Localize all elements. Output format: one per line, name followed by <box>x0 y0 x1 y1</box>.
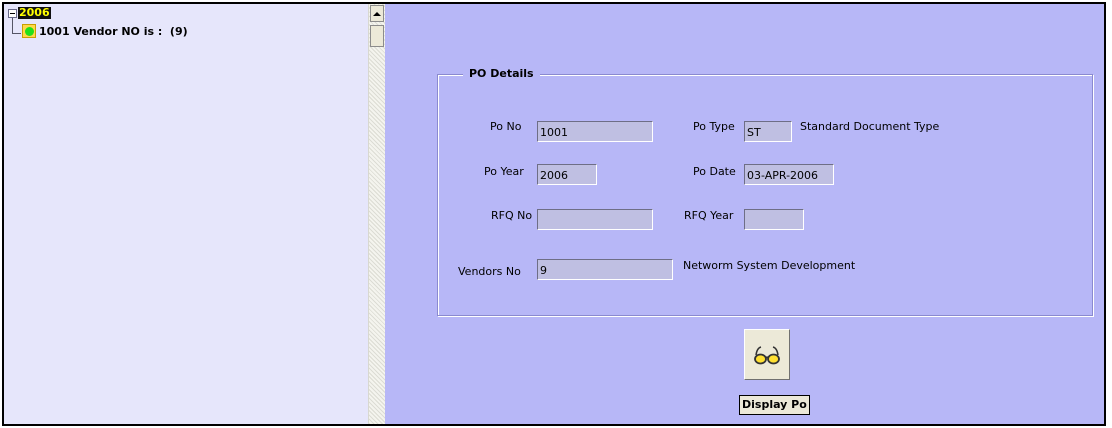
po-tree-panel: 2006 1001 Vendor NO is : (9) <box>4 4 368 424</box>
tree-node-root-label[interactable]: 2006 <box>18 7 51 19</box>
po-no-field[interactable]: 1001 <box>537 121 653 142</box>
rfq-year-field[interactable] <box>744 209 804 230</box>
tree-connector-line <box>12 33 21 34</box>
po-year-label: Po Year <box>484 165 524 178</box>
po-year-field[interactable]: 2006 <box>537 164 597 185</box>
status-node-icon <box>22 24 36 38</box>
po-details-group: PO Details Po No 1001 Po Type ST Standar… <box>437 66 1093 316</box>
tree-connector-line <box>12 18 13 33</box>
po-type-label: Po Type <box>693 120 735 133</box>
po-no-label: Po No <box>490 120 522 133</box>
tree-node-vendor[interactable]: 1001 Vendor NO is : (9) <box>22 24 188 38</box>
rfq-no-label: RFQ No <box>491 209 533 222</box>
po-type-description: Standard Document Type <box>800 120 940 133</box>
tree-node-root[interactable]: 2006 <box>8 7 51 19</box>
rfq-year-label: RFQ Year <box>684 209 734 222</box>
window-frame: 2006 1001 Vendor NO is : (9) PO Details … <box>2 2 1106 426</box>
tree-node-vendor-label[interactable]: 1001 Vendor NO is : (9) <box>39 25 188 38</box>
display-po-button[interactable] <box>744 329 790 380</box>
rfq-no-field[interactable] <box>537 209 653 230</box>
vendors-no-field[interactable]: 9 <box>537 259 673 280</box>
po-date-label: Po Date <box>693 165 736 178</box>
glasses-icon <box>754 345 780 364</box>
scroll-up-arrow-icon[interactable] <box>370 5 384 22</box>
po-date-field[interactable]: 03-APR-2006 <box>744 164 834 185</box>
display-po-label[interactable]: Display Po <box>739 395 810 415</box>
scroll-thumb[interactable] <box>370 25 384 47</box>
vendor-name: Networm System Development <box>683 259 856 272</box>
vendors-no-label: Vendors No <box>458 265 521 278</box>
group-title: PO Details <box>463 66 540 82</box>
collapse-icon[interactable] <box>8 8 17 18</box>
tree-scrollbar[interactable] <box>368 4 385 424</box>
po-details-panel: PO Details Po No 1001 Po Type ST Standar… <box>385 4 1104 424</box>
po-type-field[interactable]: ST <box>744 121 792 142</box>
